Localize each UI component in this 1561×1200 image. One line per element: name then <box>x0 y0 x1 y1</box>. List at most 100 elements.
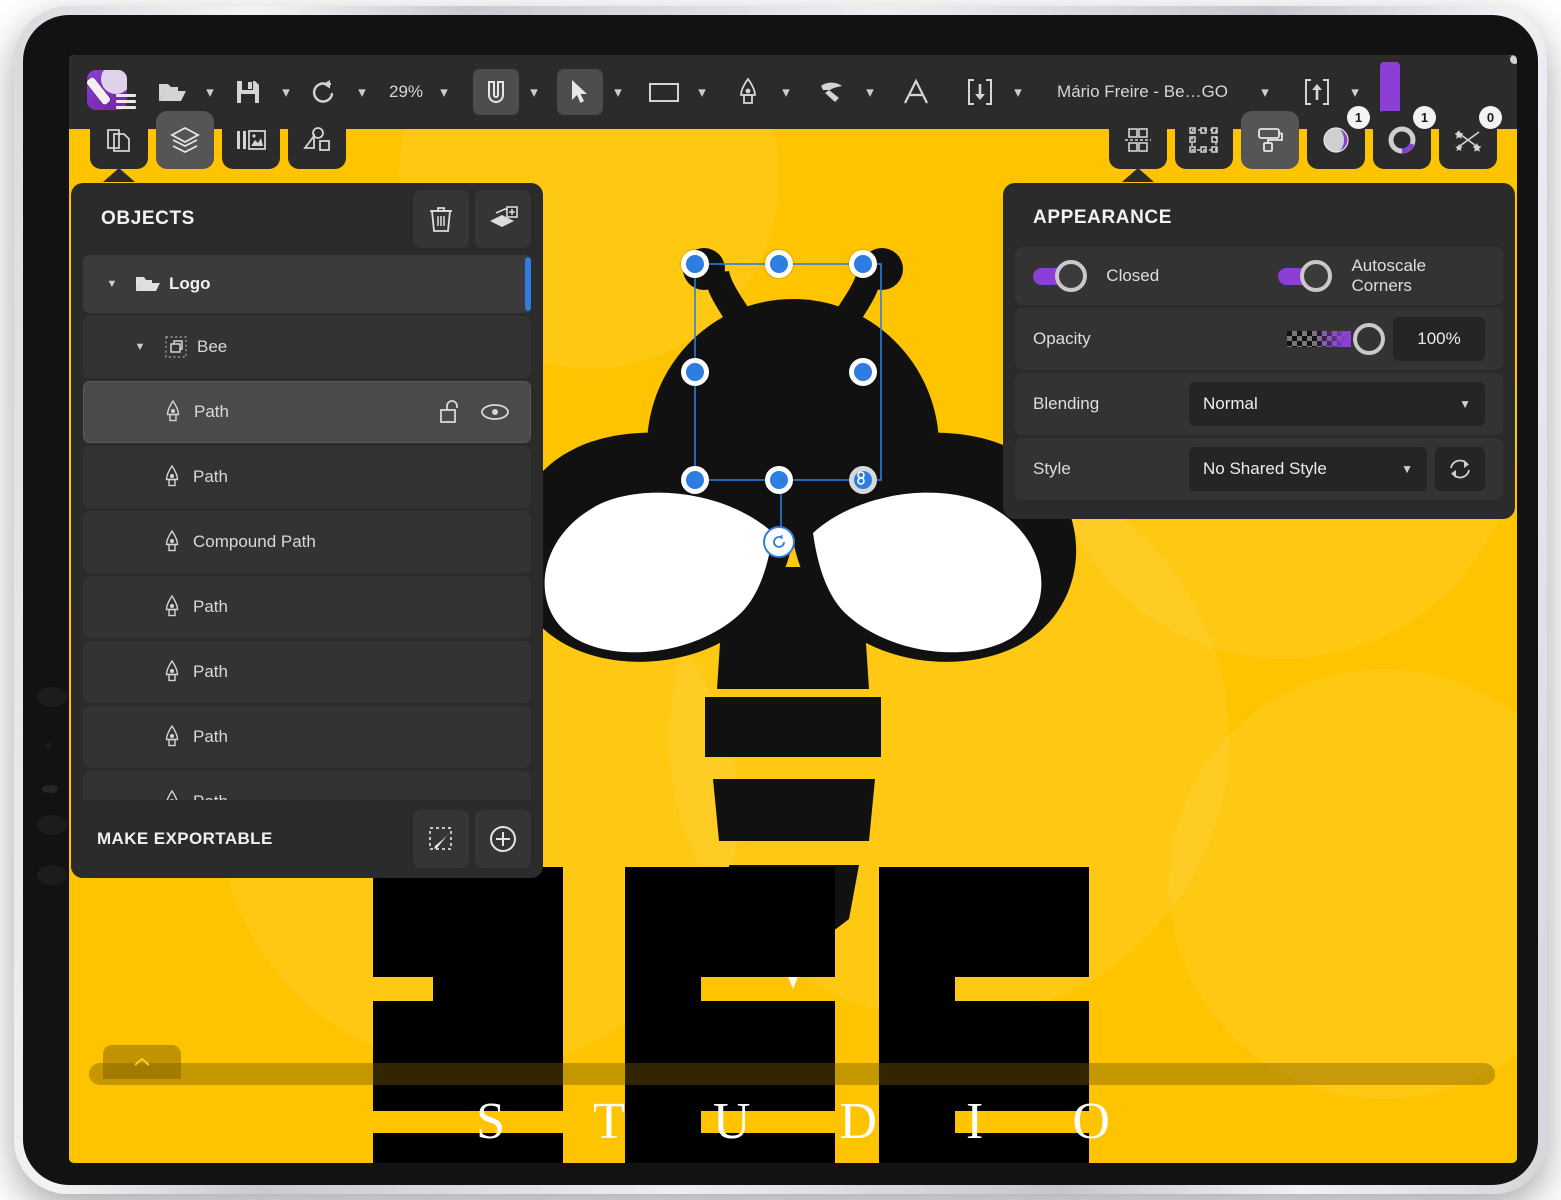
button-dot-1 <box>37 815 67 835</box>
pen-tool-button[interactable] <box>725 69 771 115</box>
add-layer-button[interactable] <box>475 190 531 248</box>
eye-icon[interactable] <box>480 401 510 423</box>
add-export-button[interactable] <box>475 810 531 868</box>
layer-row-compound-path[interactable]: Compound Path <box>83 511 531 573</box>
snapping-button[interactable] <box>473 69 519 115</box>
delete-layer-button[interactable] <box>413 190 469 248</box>
style-reset-button[interactable] <box>1435 447 1485 491</box>
layer-name: Path <box>193 597 531 617</box>
save-document-button[interactable] <box>225 69 271 115</box>
trash-can-icon <box>429 205 453 233</box>
make-exportable-label[interactable]: MAKE EXPORTABLE <box>97 829 407 849</box>
opacity-slider-knob[interactable] <box>1353 323 1385 355</box>
layer-row-path[interactable]: Path <box>83 446 531 508</box>
opacity-track <box>1287 331 1351 347</box>
objects-panel: OBJECTS <box>71 183 543 878</box>
zoom-level-label[interactable]: 29% <box>377 82 429 102</box>
open-document-button[interactable] <box>149 69 195 115</box>
panel-tab-appearance[interactable] <box>1241 111 1299 169</box>
pen-nib-icon <box>151 725 193 749</box>
caret-down-icon: ▼ <box>1401 462 1413 476</box>
brush-tool-chevron[interactable]: ▾ <box>855 70 885 114</box>
sidebar-item-layers[interactable] <box>156 111 214 169</box>
objects-layer-list[interactable]: ▼ Logo ▼ <box>71 255 543 800</box>
layer-row-path[interactable]: Path <box>83 706 531 768</box>
panel-tab-transform[interactable] <box>1175 111 1233 169</box>
open-document-chevron[interactable]: ▾ <box>195 70 225 114</box>
file-group: ▾ ▾ <box>149 69 459 115</box>
bottom-toolbar-handle[interactable] <box>103 1045 181 1079</box>
cloud-pin-icon <box>1501 55 1517 69</box>
folder-icon <box>127 274 169 294</box>
folder-open-icon <box>157 80 187 104</box>
panel-tab-stroke[interactable]: 1 <box>1373 111 1431 169</box>
brush-tool-button[interactable] <box>809 69 855 115</box>
layer-row-path-selected[interactable]: Path <box>83 381 531 443</box>
add-layer-icon <box>488 206 518 232</box>
snapping-chevron[interactable]: ▾ <box>519 70 549 114</box>
zoom-chevron[interactable]: ▾ <box>429 70 459 114</box>
tablet-frame: S T U D I O <box>14 6 1547 1194</box>
save-document-chevron[interactable]: ▾ <box>271 70 301 114</box>
hamburger-menu-icon[interactable] <box>116 94 136 108</box>
undo-button[interactable] <box>301 69 347 115</box>
layer-row-path[interactable]: Path <box>83 641 531 703</box>
layer-name: Path <box>193 727 531 747</box>
appearance-panel: APPEARANCE Closed Autoscale Corners Opac… <box>1003 183 1515 519</box>
import-chevron[interactable]: ▾ <box>1003 70 1033 114</box>
style-dropdown[interactable]: No Shared Style ▼ <box>1189 447 1427 491</box>
text-tool-button[interactable] <box>893 69 939 115</box>
shape-tool-button[interactable] <box>641 69 687 115</box>
layer-name: Path <box>193 467 531 487</box>
slice-selection-button[interactable] <box>413 810 469 868</box>
layer-row-logo[interactable]: ▼ Logo <box>83 255 531 313</box>
active-tab-tail <box>103 168 135 182</box>
opacity-value[interactable]: 100% <box>1393 317 1485 361</box>
pen-tool-chevron[interactable]: ▾ <box>771 70 801 114</box>
right-studio-tabs: 1 1 0 <box>1109 111 1497 169</box>
fill-color-badge: 1 <box>1347 106 1370 129</box>
closed-toggle[interactable] <box>1033 259 1090 293</box>
export-button[interactable] <box>1294 69 1340 115</box>
chevron-up-icon <box>133 1056 151 1068</box>
style-value: No Shared Style <box>1203 459 1401 479</box>
sidebar-item-pages[interactable] <box>90 111 148 169</box>
document-chevron[interactable]: ▾ <box>1250 70 1280 114</box>
blending-row: Blending Normal ▼ <box>1015 373 1503 435</box>
pen-nib-icon <box>151 660 193 684</box>
layer-name: Path <box>193 662 531 682</box>
panel-tab-align[interactable] <box>1109 111 1167 169</box>
magnet-snap-icon <box>482 78 510 106</box>
autoscale-corners-toggle[interactable] <box>1278 259 1335 293</box>
sidebar-item-assets[interactable] <box>288 111 346 169</box>
pen-nib-icon <box>738 77 758 107</box>
left-studio-tabs <box>90 111 346 169</box>
undo-chevron[interactable]: ▾ <box>347 70 377 114</box>
panel-tab-fill-color[interactable]: 1 <box>1307 111 1365 169</box>
expand-triangle-icon[interactable]: ▼ <box>125 341 155 353</box>
expand-triangle-icon[interactable]: ▼ <box>97 278 127 290</box>
panel-tab-effects[interactable]: 0 <box>1439 111 1497 169</box>
import-button[interactable] <box>957 69 1003 115</box>
affinity-designer-logo[interactable] <box>87 70 137 114</box>
shape-tool-chevron[interactable]: ▾ <box>687 70 717 114</box>
canvas-bottom-scrollbar[interactable] <box>89 1063 1495 1085</box>
layer-row-path[interactable]: Path <box>83 576 531 638</box>
document-title[interactable]: Mário Freire - Be…GO <box>1033 82 1234 102</box>
plus-circle-icon <box>488 824 518 854</box>
style-row: Style No Shared Style ▼ <box>1015 438 1503 500</box>
color-sphere-icon <box>1321 125 1351 155</box>
objects-panel-header: OBJECTS <box>71 183 543 255</box>
move-tool-button[interactable] <box>557 69 603 115</box>
layer-row-path[interactable]: Path <box>83 771 531 800</box>
shapes-assets-icon <box>302 126 332 154</box>
stroke-donut-icon <box>1387 125 1417 155</box>
unlocked-padlock-icon[interactable] <box>438 399 462 425</box>
blending-dropdown[interactable]: Normal ▼ <box>1189 382 1485 426</box>
sidebar-item-stock[interactable] <box>222 111 280 169</box>
move-tool-chevron[interactable]: ▾ <box>603 70 633 114</box>
export-up-arrow-icon <box>1304 78 1330 106</box>
speaker-dot <box>42 785 58 793</box>
opacity-slider[interactable] <box>1287 329 1385 349</box>
layer-row-bee[interactable]: ▼ Bee <box>83 316 531 378</box>
